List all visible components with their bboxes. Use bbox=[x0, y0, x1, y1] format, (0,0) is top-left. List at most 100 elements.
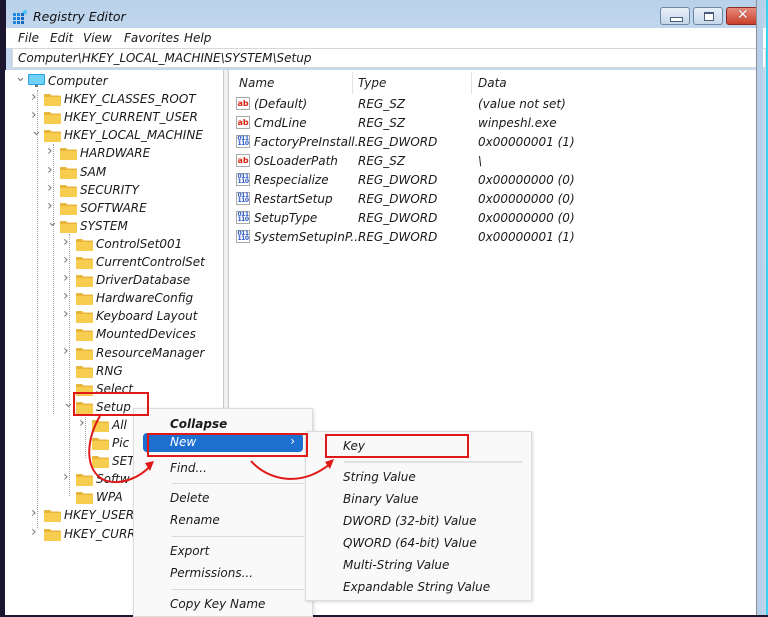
chevron-right-icon[interactable]: › bbox=[31, 524, 41, 540]
chevron-right-icon[interactable]: › bbox=[47, 143, 57, 159]
registry-editor-icon bbox=[13, 10, 27, 24]
chevron-right-icon[interactable]: › bbox=[63, 252, 73, 268]
chevron-right-icon[interactable]: › bbox=[31, 505, 41, 521]
tree-node-label: Pic bbox=[112, 436, 130, 450]
chevron-right-icon[interactable]: › bbox=[63, 306, 73, 322]
maximize-button[interactable] bbox=[693, 7, 723, 25]
close-button[interactable]: ✕ bbox=[726, 7, 758, 25]
maximize-icon bbox=[704, 12, 714, 21]
menu-item-delete[interactable]: Delete bbox=[170, 491, 209, 505]
tree-node-label: SAM bbox=[80, 164, 107, 179]
menu-item-permissions[interactable]: Permissions... bbox=[170, 566, 253, 580]
menu-item-find[interactable]: Find... bbox=[170, 461, 207, 475]
chevron-right-icon[interactable]: › bbox=[47, 198, 57, 214]
value-data: \ bbox=[478, 154, 483, 168]
chevron-down-icon[interactable]: ⌄ bbox=[15, 70, 26, 85]
menu-favorites[interactable]: Favorites bbox=[124, 31, 179, 45]
dword-value-icon: 011 110 bbox=[236, 192, 250, 205]
tree-node-label: SYSTEM bbox=[80, 218, 128, 233]
value-name: OsLoaderPath bbox=[254, 154, 338, 168]
value-data: 0x00000001 (1) bbox=[478, 230, 575, 244]
tree-node-label: MountedDevices bbox=[96, 327, 196, 342]
value-row[interactable]: ab CmdLine REG_SZ winpeshl.exe bbox=[229, 114, 629, 132]
chevron-right-icon[interactable]: › bbox=[63, 234, 73, 250]
tree-node-label: Computer bbox=[48, 74, 108, 88]
value-row[interactable]: ab (Default) REG_SZ (value not set) bbox=[229, 95, 629, 113]
value-name: SetupType bbox=[254, 211, 318, 225]
address-path[interactable]: Computer\HKEY_LOCAL_MACHINE\SYSTEM\Setup bbox=[18, 51, 311, 65]
value-row[interactable]: ab OsLoaderPath REG_SZ \ bbox=[229, 152, 629, 170]
menu-help[interactable]: Help bbox=[184, 31, 211, 45]
menu-view[interactable]: View bbox=[83, 31, 112, 45]
folder-icon bbox=[76, 492, 93, 505]
chevron-right-icon[interactable]: › bbox=[79, 415, 89, 431]
folder-icon bbox=[60, 148, 77, 161]
column-divider[interactable] bbox=[471, 72, 472, 94]
minimize-icon bbox=[670, 17, 683, 22]
dword-value-icon: 011 110 bbox=[236, 173, 250, 186]
value-row[interactable]: 011 110 SystemSetupInP... REG_DWORD 0x000000… bbox=[229, 228, 629, 246]
chevron-right-icon[interactable]: › bbox=[47, 162, 57, 178]
chevron-down-icon[interactable]: ⌄ bbox=[63, 396, 74, 411]
value-row[interactable]: 011 110 SetupType REG_DWORD 0x00000000 (0) bbox=[229, 209, 629, 227]
menu-item-copy-key-name[interactable]: Copy Key Name bbox=[170, 597, 265, 611]
menu-item-collapse[interactable]: Collapse bbox=[170, 417, 227, 431]
tree-node-label: HARDWARE bbox=[80, 146, 151, 161]
value-data: (value not set) bbox=[478, 97, 566, 111]
chevron-down-icon[interactable]: ⌄ bbox=[31, 124, 42, 139]
value-type: REG_DWORD bbox=[358, 173, 438, 187]
column-header-name[interactable]: Name bbox=[239, 76, 274, 90]
value-name: Respecialize bbox=[254, 173, 329, 187]
column-header-data[interactable]: Data bbox=[478, 76, 507, 90]
chevron-right-icon[interactable]: › bbox=[63, 469, 73, 485]
column-header-type[interactable]: Type bbox=[358, 76, 386, 90]
chevron-right-icon[interactable]: › bbox=[63, 270, 73, 286]
chevron-right-icon[interactable]: › bbox=[31, 89, 41, 105]
value-type: REG_SZ bbox=[358, 97, 406, 111]
tree-node-label: HKEY_CLASSES_ROOT bbox=[64, 92, 196, 107]
tree-node-label: HKEY_CURRENT_USER bbox=[64, 110, 198, 125]
menu-edit[interactable]: Edit bbox=[50, 31, 73, 45]
submenu-item-qword-value[interactable]: QWORD (64-bit) Value bbox=[343, 536, 477, 550]
submenu-item-multi-string-value[interactable]: Multi-String Value bbox=[343, 558, 449, 572]
chevron-right-icon[interactable]: › bbox=[47, 180, 57, 196]
tree-node-label: HKEY_LOCAL_MACHINE bbox=[64, 128, 203, 143]
menu-separator bbox=[344, 461, 522, 463]
menu-item-rename[interactable]: Rename bbox=[170, 513, 220, 527]
tree-node-label: RNG bbox=[96, 363, 123, 378]
address-bar[interactable]: Computer\HKEY_LOCAL_MACHINE\SYSTEM\Setup bbox=[12, 48, 766, 68]
menu-separator bbox=[172, 536, 304, 537]
folder-icon bbox=[44, 112, 61, 125]
menu-item-export[interactable]: Export bbox=[170, 544, 209, 558]
submenu-item-string-value[interactable]: String Value bbox=[343, 470, 416, 484]
string-value-icon: ab bbox=[236, 154, 250, 167]
tree-guide-line bbox=[37, 90, 38, 528]
value-row[interactable]: 011 110 FactoryPreInstall... REG_DWORD 0x000… bbox=[229, 133, 629, 151]
chevron-down-icon[interactable]: ⌄ bbox=[47, 215, 58, 230]
menu-separator bbox=[172, 483, 304, 484]
tree-node-label: Keyboard Layout bbox=[96, 309, 198, 324]
menu-file[interactable]: File bbox=[18, 31, 39, 45]
value-data: 0x00000001 (1) bbox=[478, 135, 575, 149]
value-type: REG_DWORD bbox=[358, 192, 438, 206]
menu-separator bbox=[172, 589, 304, 590]
submenu-item-expandable-string-value[interactable]: Expandable String Value bbox=[343, 580, 490, 594]
folder-icon bbox=[60, 220, 77, 233]
value-name: CmdLine bbox=[254, 116, 307, 130]
submenu-item-dword-value[interactable]: DWORD (32-bit) Value bbox=[343, 514, 477, 528]
tree-node-label: ResourceManager bbox=[96, 345, 205, 360]
chevron-right-icon[interactable]: › bbox=[63, 343, 73, 359]
submenu-item-binary-value[interactable]: Binary Value bbox=[343, 492, 419, 506]
value-row[interactable]: 011 110 RestartSetup REG_DWORD 0x00000000 (0… bbox=[229, 190, 629, 208]
value-data: 0x00000000 (0) bbox=[478, 192, 575, 206]
chevron-right-icon[interactable]: › bbox=[31, 107, 41, 123]
chevron-right-icon[interactable]: › bbox=[63, 288, 73, 304]
string-value-icon: ab bbox=[236, 116, 250, 129]
folder-icon bbox=[76, 347, 93, 360]
value-row[interactable]: 011 110 Respecialize REG_DWORD 0x00000000 (0… bbox=[229, 171, 629, 189]
menu-bar: File Edit View Favorites Help bbox=[6, 28, 768, 48]
column-divider[interactable] bbox=[352, 72, 353, 94]
folder-icon bbox=[76, 365, 93, 378]
folder-icon bbox=[60, 202, 77, 215]
minimize-button[interactable] bbox=[660, 7, 690, 25]
